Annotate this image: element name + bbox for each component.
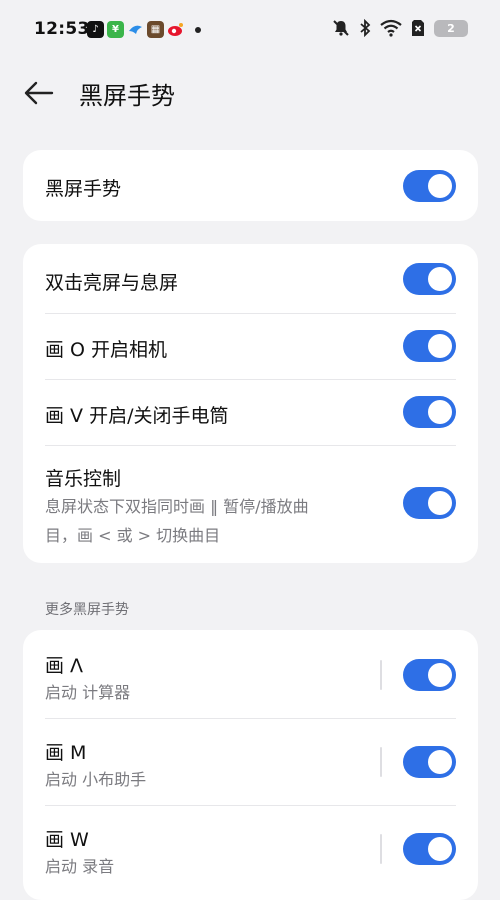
news-icon: ▦ <box>147 21 164 38</box>
vertical-divider <box>380 660 382 690</box>
more-gesture-subtitle: 启动 计算器 <box>45 683 131 702</box>
music-toggle[interactable] <box>403 487 456 519</box>
more-gesture-title: 画 M <box>45 742 87 764</box>
gesture-row-double-tap[interactable]: 双击亮屏与息屏 <box>45 244 456 313</box>
status-time: 12:53 <box>34 19 90 39</box>
more-gesture-row-m[interactable]: 画 M 启动 小布助手 <box>45 719 456 805</box>
more-gestures-card: 画 Λ 启动 计算器 画 M 启动 小布助手 画 W 启动 录音 <box>23 630 478 900</box>
gesture-title: 画 O 开启相机 <box>45 339 168 361</box>
more-gesture-row-lambda[interactable]: 画 Λ 启动 计算器 <box>45 630 456 718</box>
camera-toggle[interactable] <box>403 330 456 362</box>
bluetooth-icon <box>360 19 371 37</box>
gesture-subtitle: 息屏状态下双指同时画 ‖ 暂停/播放曲 <box>45 497 309 516</box>
m-toggle[interactable] <box>403 746 456 778</box>
gesture-title: 双击亮屏与息屏 <box>45 272 179 294</box>
more-gesture-subtitle: 启动 录音 <box>45 857 115 876</box>
gesture-title: 画 V 开启/关闭手电筒 <box>45 405 229 427</box>
section-label-more: 更多黑屏手势 <box>45 602 129 618</box>
gestures-card: 双击亮屏与息屏 画 O 开启相机 画 V 开启/关闭手电筒 音乐控制 息屏状态下… <box>23 244 478 563</box>
gesture-subtitle: 目，画 < 或 > 切换曲目 <box>45 526 221 545</box>
notification-icons: ♪ ¥ ▦ <box>87 21 201 38</box>
gesture-title: 音乐控制 <box>45 468 122 490</box>
more-gesture-row-w[interactable]: 画 W 启动 录音 <box>45 806 456 892</box>
main-toggle-row[interactable]: 黑屏手势 <box>45 150 456 221</box>
lambda-toggle[interactable] <box>403 659 456 691</box>
double-tap-toggle[interactable] <box>403 263 456 295</box>
back-button[interactable] <box>22 76 56 110</box>
tiktok-icon: ♪ <box>87 21 104 38</box>
main-toggle-title: 黑屏手势 <box>45 178 122 200</box>
wifi-icon <box>380 19 402 37</box>
main-toggle-card: 黑屏手势 <box>23 150 478 221</box>
page-title: 黑屏手势 <box>79 82 175 110</box>
more-notifications-dot <box>195 26 201 33</box>
more-gesture-subtitle: 启动 小布助手 <box>45 770 147 789</box>
main-toggle-switch[interactable] <box>403 170 456 202</box>
vertical-divider <box>380 834 382 864</box>
more-gesture-title: 画 W <box>45 829 89 851</box>
status-bar: 12:53 ♪ ¥ ▦ 2 <box>0 0 500 62</box>
battery-indicator: 2 <box>434 19 468 37</box>
more-gesture-title: 画 Λ <box>45 655 84 677</box>
gesture-row-music[interactable]: 音乐控制 息屏状态下双指同时画 ‖ 暂停/播放曲 目，画 < 或 > 切换曲目 <box>45 446 456 563</box>
w-toggle[interactable] <box>403 833 456 865</box>
vertical-divider <box>380 747 382 777</box>
gesture-row-camera[interactable]: 画 O 开启相机 <box>45 314 456 380</box>
flashlight-toggle[interactable] <box>403 396 456 428</box>
no-sim-icon <box>412 20 424 36</box>
gesture-row-flashlight[interactable]: 画 V 开启/关闭手电筒 <box>45 380 456 446</box>
arrow-left-icon <box>24 81 54 105</box>
wechat-pay-icon: ¥ <box>107 21 124 38</box>
system-icons: 2 <box>332 19 468 37</box>
mute-icon <box>333 20 349 36</box>
bluebird-icon <box>127 21 144 38</box>
weibo-icon <box>167 21 184 38</box>
